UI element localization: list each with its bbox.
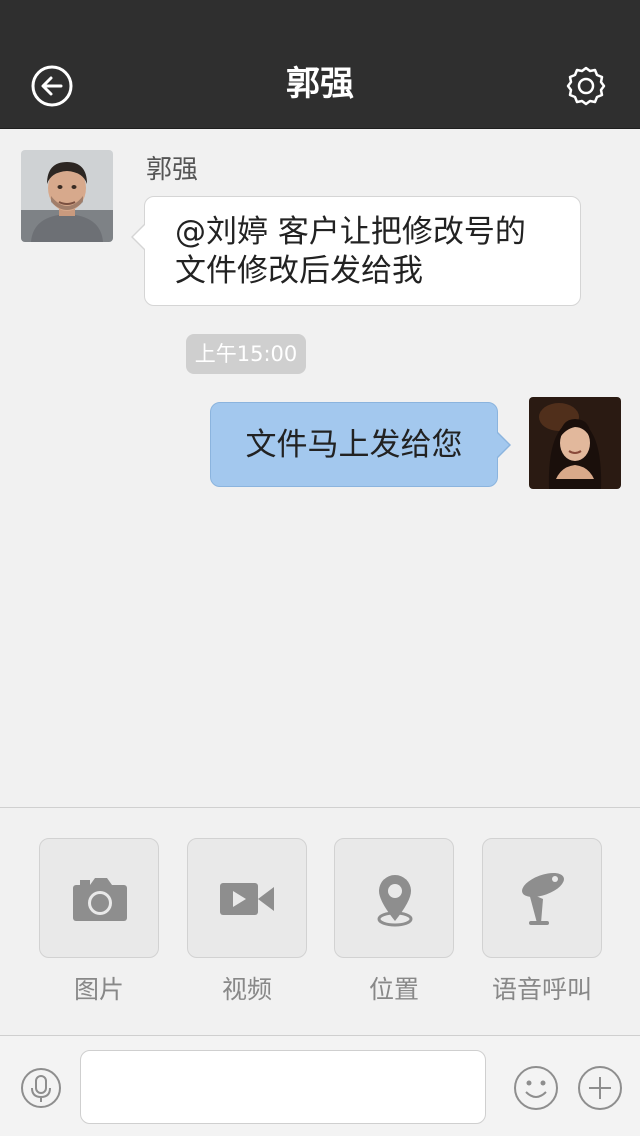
message-input[interactable] [80, 1050, 486, 1124]
action-voice-call-button[interactable]: 语音呼叫 [482, 838, 602, 1006]
location-icon [377, 875, 413, 927]
plus-icon [578, 1066, 622, 1110]
smiley-icon [514, 1066, 558, 1110]
action-location-button[interactable]: 位置 [334, 838, 454, 1006]
message-line: @刘婷 客户让把修改号的 [175, 214, 526, 250]
input-bar [0, 1035, 640, 1136]
action-panel: 图片 视频 位置 语音呼叫 [0, 807, 640, 1035]
chat-area[interactable]: 郭强 @刘婷 客户让把修改号的 文件修改后发给我 上午15:00 文件马上发给您 [0, 129, 640, 807]
sender-name: 郭强 [146, 155, 199, 185]
action-label: 图片 [73, 975, 124, 1004]
voice-call-icon [522, 872, 564, 925]
nav-bar: 郭强 [0, 40, 640, 129]
camera-icon [73, 878, 127, 921]
status-bar [0, 0, 640, 40]
man-avatar-icon [21, 150, 113, 242]
timestamp-badge: 上午15:00 [186, 334, 306, 374]
message-line: 文件修改后发给我 [175, 253, 423, 289]
gear-icon [566, 66, 606, 106]
page-title: 郭强 [286, 64, 354, 104]
action-label: 位置 [368, 975, 419, 1004]
action-video-button[interactable]: 视频 [187, 838, 307, 1006]
voice-input-button[interactable] [20, 1067, 62, 1109]
action-photo-button[interactable]: 图片 [39, 838, 159, 1006]
avatar-self[interactable] [529, 397, 621, 489]
more-button[interactable] [577, 1065, 623, 1111]
back-button[interactable] [30, 64, 74, 108]
woman-avatar-icon [529, 397, 621, 489]
incoming-message-text: @刘婷 客户让把修改号的 文件修改后发给我 [175, 213, 565, 291]
action-label: 视频 [221, 975, 272, 1004]
avatar-sender[interactable] [21, 150, 113, 242]
back-arrow-icon [31, 65, 73, 107]
incoming-message-bubble[interactable]: @刘婷 客户让把修改号的 文件修改后发给我 [131, 196, 581, 306]
action-label: 语音呼叫 [491, 975, 592, 1004]
video-icon [220, 883, 274, 915]
settings-button[interactable] [564, 64, 608, 108]
microphone-icon [21, 1068, 61, 1108]
emoji-button[interactable] [513, 1065, 559, 1111]
outgoing-message-text: 文件马上发给您 [245, 427, 463, 463]
outgoing-message-bubble[interactable]: 文件马上发给您 [210, 402, 511, 487]
